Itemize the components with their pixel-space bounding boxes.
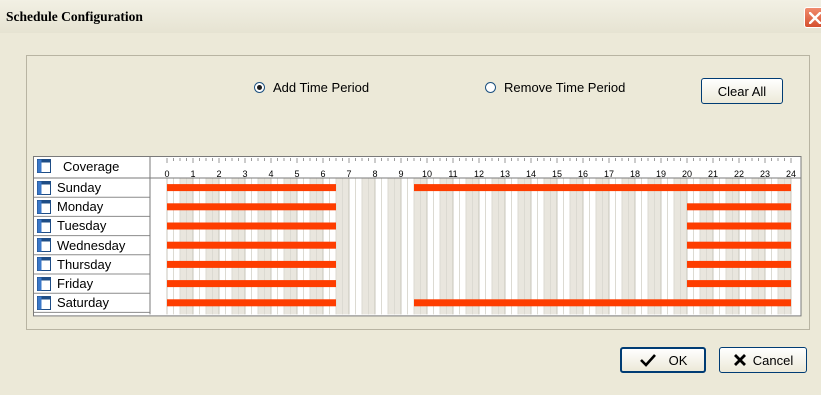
- day-icon: [37, 276, 51, 291]
- coverage-bar-friday: [167, 280, 336, 288]
- coverage-bar-sunday: [167, 184, 336, 192]
- hour-label: 24: [785, 169, 797, 179]
- coverage-bar-thursday: [687, 260, 791, 268]
- coverage-bar-monday: [687, 203, 791, 211]
- day-label: Monday: [57, 199, 104, 215]
- hour-label: 3: [242, 169, 248, 179]
- day-label: Wednesday: [57, 237, 126, 253]
- day-row-saturday[interactable]: Saturday: [35, 293, 147, 312]
- coverage-bar-thursday: [167, 260, 336, 268]
- day-label: Saturday: [57, 295, 110, 311]
- schedule-grid[interactable]: 0 1 2 3 4 5 6 7 8 9 10 11 12 13 14 15 16 17 18 19 20 21 22 23 24…: [33, 153, 809, 323]
- day-icon: [37, 218, 51, 233]
- coverage-bar-friday: [687, 280, 791, 288]
- hour-label: 7: [346, 169, 352, 179]
- hour-label: 4: [268, 169, 274, 179]
- window-title: Schedule Configuration: [6, 9, 143, 24]
- hour-label: 13: [499, 169, 511, 179]
- day-row-wednesday[interactable]: Wednesday: [35, 236, 147, 255]
- day-label: Sunday: [57, 180, 102, 195]
- hour-label: 12: [473, 169, 485, 179]
- hour-label: 21: [707, 169, 719, 179]
- add-time-period-label: Add Time Period: [273, 80, 370, 95]
- close-icon: [809, 12, 821, 24]
- day-row-thursday[interactable]: Thursday: [35, 255, 147, 274]
- dialog-body: Add Time Period Remove Time Period Clear…: [0, 33, 821, 395]
- hour-label: 16: [577, 169, 589, 179]
- coverage-label: Coverage: [63, 158, 120, 174]
- hour-label: 18: [629, 169, 641, 179]
- cancel-button[interactable]: Cancel: [719, 347, 807, 373]
- radio-selected-indicator: [254, 82, 265, 93]
- day-row-friday[interactable]: Friday: [35, 274, 147, 293]
- coverage-bar-tuesday: [687, 222, 791, 230]
- cancel-x-icon: [733, 354, 746, 366]
- hour-label: 14: [525, 169, 537, 179]
- hour-label: 2: [216, 169, 222, 179]
- day-label: Tuesday: [57, 218, 107, 234]
- coverage-bar-wednesday: [167, 241, 336, 249]
- day-icon: [37, 199, 51, 214]
- radio-unselected-indicator: [485, 82, 496, 93]
- ok-button[interactable]: OK: [620, 347, 706, 373]
- hour-label: 20: [681, 169, 693, 179]
- hour-label: 17: [603, 169, 615, 179]
- day-icon: [37, 295, 51, 310]
- add-time-period-radio[interactable]: Add Time Period: [254, 80, 369, 95]
- hour-label: 23: [759, 169, 771, 179]
- day-row-tuesday[interactable]: Tuesday: [35, 216, 147, 235]
- hour-label: 1: [190, 169, 196, 179]
- hour-label: 0: [164, 169, 170, 179]
- coverage-bar-tuesday: [167, 222, 336, 230]
- hour-label: 19: [655, 169, 667, 179]
- day-icon: [37, 180, 51, 195]
- hour-label: 15: [551, 169, 563, 179]
- hour-label: 6: [320, 169, 326, 179]
- hour-label: 9: [398, 169, 404, 179]
- hour-label: 10: [421, 169, 433, 179]
- clear-all-button[interactable]: Clear All: [701, 78, 783, 104]
- coverage-bar-sunday: [414, 184, 791, 192]
- title-bar: Schedule Configuration: [0, 0, 821, 33]
- day-row-sunday[interactable]: Sunday: [35, 178, 147, 197]
- remove-time-period-radio[interactable]: Remove Time Period: [485, 80, 625, 95]
- cancel-label: Cancel: [752, 352, 794, 368]
- checkmark-icon: [639, 354, 656, 367]
- day-row-monday[interactable]: Monday: [35, 197, 147, 216]
- day-label: Friday: [57, 276, 94, 291]
- coverage-icon: [37, 159, 51, 173]
- hour-label: 11: [448, 169, 458, 179]
- remove-time-period-label: Remove Time Period: [504, 80, 626, 95]
- coverage-header: Coverage: [35, 156, 151, 176]
- day-icon: [37, 257, 51, 272]
- close-button[interactable]: [804, 7, 821, 28]
- coverage-bar-saturday: [414, 299, 791, 307]
- coverage-bar-wednesday: [687, 241, 791, 249]
- ok-label: OK: [668, 352, 688, 368]
- hour-label: 8: [372, 169, 378, 179]
- hour-label: 5: [294, 169, 300, 179]
- hour-label: 22: [733, 169, 745, 179]
- coverage-bar-monday: [167, 203, 336, 211]
- day-label: Thursday: [57, 256, 112, 272]
- day-icon: [37, 238, 51, 253]
- coverage-bar-saturday: [167, 299, 336, 307]
